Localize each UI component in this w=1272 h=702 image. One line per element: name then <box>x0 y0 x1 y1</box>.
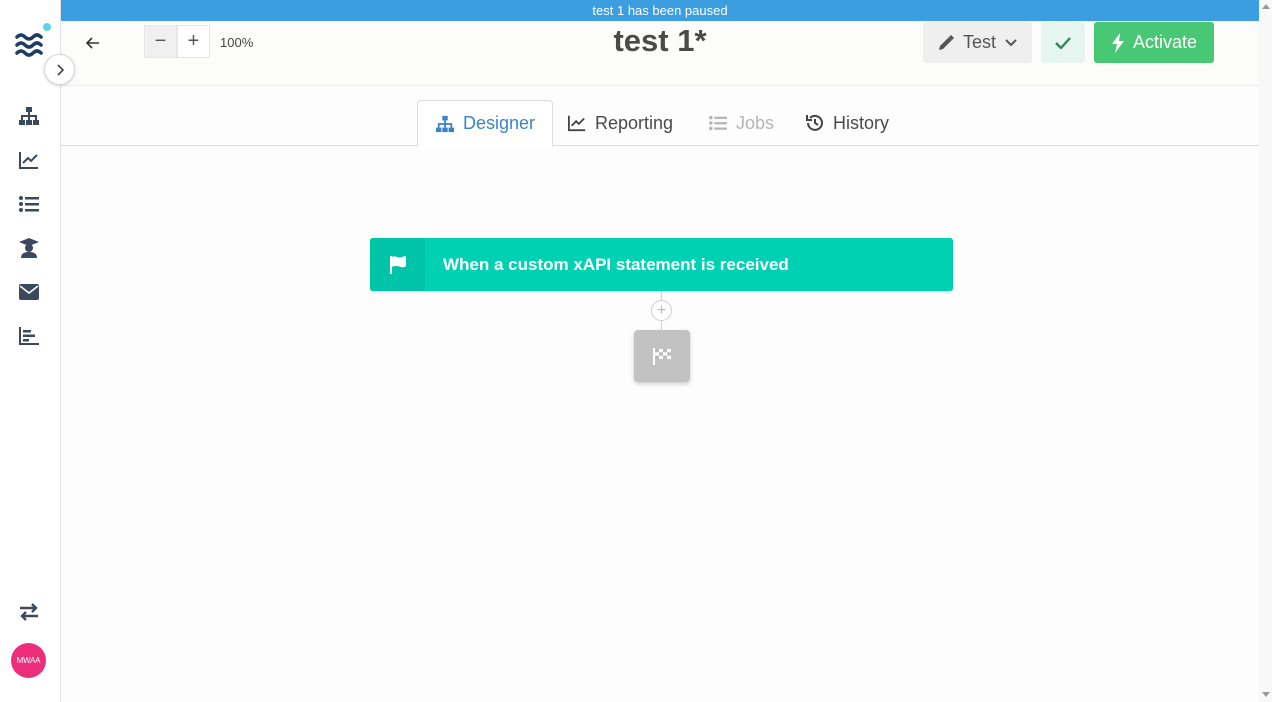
app: MWAA test 1 has been paused − + 100% tes… <box>0 0 1272 702</box>
zoom-controls: − + <box>144 25 210 58</box>
tab-jobs: Jobs <box>691 100 791 146</box>
tab-bar: Designer Reporting Jobs History <box>61 86 1259 147</box>
sidebar: MWAA <box>0 0 61 702</box>
back-button[interactable] <box>81 31 105 55</box>
chart-line-icon <box>568 115 586 132</box>
designer-canvas[interactable]: When a custom xAPI statement is received… <box>61 147 1259 702</box>
notification-dot <box>43 23 51 31</box>
list-icon[interactable] <box>17 192 41 216</box>
status-banner: test 1 has been paused <box>61 0 1259 21</box>
tab-label: Reporting <box>595 112 674 133</box>
graduate-icon[interactable] <box>17 236 41 260</box>
chevron-down-icon <box>1005 38 1017 46</box>
expand-sidebar-button[interactable] <box>44 54 75 85</box>
end-node[interactable] <box>634 330 690 382</box>
activate-button-label: Activate <box>1132 32 1198 52</box>
trigger-label: When a custom xAPI statement is received <box>443 254 789 274</box>
trigger-node[interactable]: When a custom xAPI statement is received <box>370 238 953 291</box>
add-step-button[interactable]: + <box>651 300 672 321</box>
tab-label: Jobs <box>736 112 775 133</box>
chevron-right-icon <box>56 63 64 76</box>
history-icon <box>806 114 823 131</box>
tab-reporting[interactable]: Reporting <box>550 100 690 146</box>
envelope-icon[interactable] <box>17 280 41 304</box>
scroll-up-arrow[interactable] <box>1262 4 1270 9</box>
tab-label: Designer <box>463 113 536 133</box>
zoom-in-button[interactable]: + <box>177 25 210 58</box>
flag-icon <box>370 238 425 291</box>
checkered-flag-icon <box>653 348 671 365</box>
tab-label: History <box>833 112 890 133</box>
activate-button[interactable]: Activate <box>1094 22 1214 63</box>
test-button-label: Test <box>962 32 996 52</box>
arrow-left-icon <box>86 37 99 49</box>
chart-line-icon[interactable] <box>17 148 41 172</box>
bar-chart-icon[interactable] <box>17 324 41 348</box>
sitemap-icon[interactable] <box>17 104 41 128</box>
scroll-down-arrow[interactable] <box>1262 692 1270 697</box>
bolt-icon <box>1111 32 1124 53</box>
save-check-button[interactable] <box>1041 22 1085 63</box>
test-button[interactable]: Test <box>923 22 1032 63</box>
banner-text: test 1 has been paused <box>592 3 728 18</box>
pencil-icon <box>938 34 954 50</box>
zoom-out-button[interactable]: − <box>144 25 177 58</box>
sitemap-icon <box>436 115 454 132</box>
logo-icon[interactable] <box>15 30 43 60</box>
vertical-scrollbar[interactable] <box>1259 0 1272 702</box>
header: − + 100% test 1* Test Activate <box>61 21 1259 86</box>
tab-history[interactable]: History <box>788 100 906 146</box>
check-icon <box>1055 36 1071 49</box>
list-icon <box>709 115 727 131</box>
swap-icon[interactable] <box>17 600 41 624</box>
avatar[interactable]: MWAA <box>11 643 46 678</box>
tab-designer[interactable]: Designer <box>417 100 554 147</box>
zoom-level: 100% <box>220 35 254 50</box>
